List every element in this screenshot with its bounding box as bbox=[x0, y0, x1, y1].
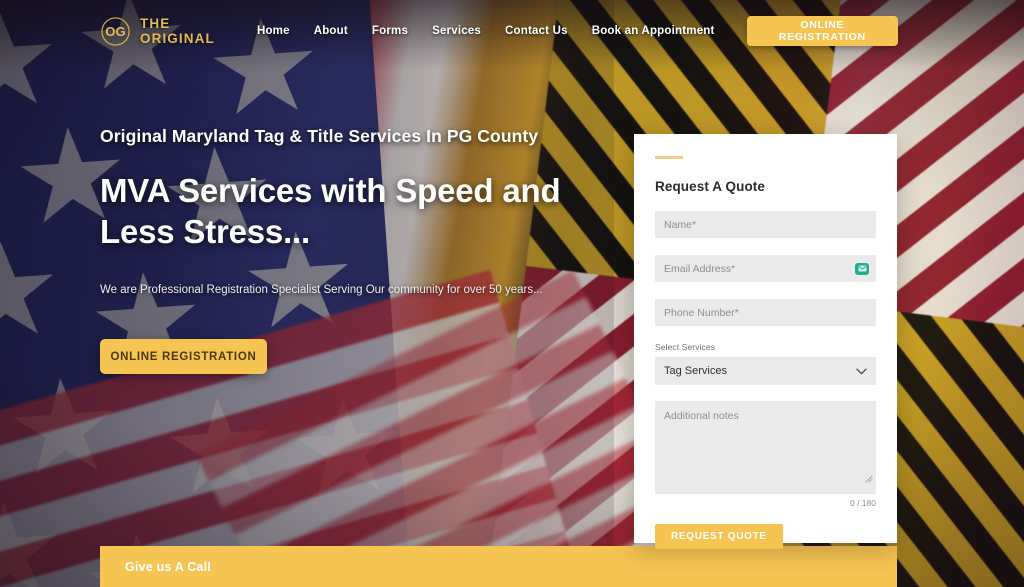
nav-item-services[interactable]: Services bbox=[420, 25, 493, 37]
phone-field-wrap[interactable] bbox=[655, 299, 876, 326]
request-quote-panel: Request A Quote Select Services Tag Serv… bbox=[634, 134, 897, 549]
request-quote-button[interactable]: REQUEST QUOTE bbox=[655, 524, 783, 549]
nav-item-book-an-appointment[interactable]: Book an Appointment bbox=[580, 25, 727, 37]
og-monogram-icon: OG bbox=[100, 16, 131, 47]
notes-field-wrap[interactable] bbox=[655, 401, 876, 494]
phone-input[interactable] bbox=[655, 299, 876, 326]
nav-item-about[interactable]: About bbox=[302, 25, 360, 37]
hero-content: Original Maryland Tag & Title Services I… bbox=[100, 125, 570, 375]
email-input[interactable] bbox=[655, 255, 876, 282]
svg-text:OG: OG bbox=[105, 24, 125, 39]
hero-headline: MVA Services with Speed and Less Stress.… bbox=[100, 171, 561, 251]
character-counter: 0 / 180 bbox=[850, 498, 876, 508]
accent-divider bbox=[655, 156, 683, 159]
email-autofill-icon[interactable] bbox=[855, 262, 869, 275]
nav-item-contact-us[interactable]: Contact Us bbox=[493, 25, 580, 37]
select-services-label: Select Services bbox=[655, 342, 716, 352]
call-bar: Give us A Call bbox=[100, 546, 897, 587]
nav-item-forms[interactable]: Forms bbox=[360, 25, 420, 37]
panel-title: Request A Quote bbox=[655, 179, 766, 194]
hero-subtext: We are Professional Registration Special… bbox=[100, 283, 543, 296]
brand-name: THE ORIGINAL bbox=[140, 16, 215, 46]
hero-eyebrow: Original Maryland Tag & Title Services I… bbox=[100, 126, 539, 146]
email-field-wrap[interactable] bbox=[655, 255, 876, 282]
main-nav: Home About Forms Services Contact Us Boo… bbox=[245, 16, 1024, 46]
nav-item-home[interactable]: Home bbox=[245, 25, 302, 37]
header-online-registration-button[interactable]: ONLINE REGISTRATION bbox=[746, 16, 898, 46]
name-field-wrap[interactable] bbox=[655, 211, 876, 238]
call-bar-text: Give us A Call bbox=[125, 559, 211, 574]
hero-online-registration-button[interactable]: ONLINE REGISTRATION bbox=[100, 339, 267, 375]
additional-notes-input[interactable] bbox=[655, 401, 876, 494]
brand-logo[interactable]: OG THE ORIGINAL bbox=[100, 16, 245, 47]
select-services-input[interactable]: Tag Services bbox=[655, 357, 876, 385]
site-header: OG THE ORIGINAL Home About Forms Service… bbox=[0, 0, 1024, 62]
name-input[interactable] bbox=[655, 211, 876, 238]
hero-page: OG THE ORIGINAL Home About Forms Service… bbox=[0, 0, 1024, 587]
select-services-wrap[interactable]: Tag Services bbox=[655, 357, 876, 385]
